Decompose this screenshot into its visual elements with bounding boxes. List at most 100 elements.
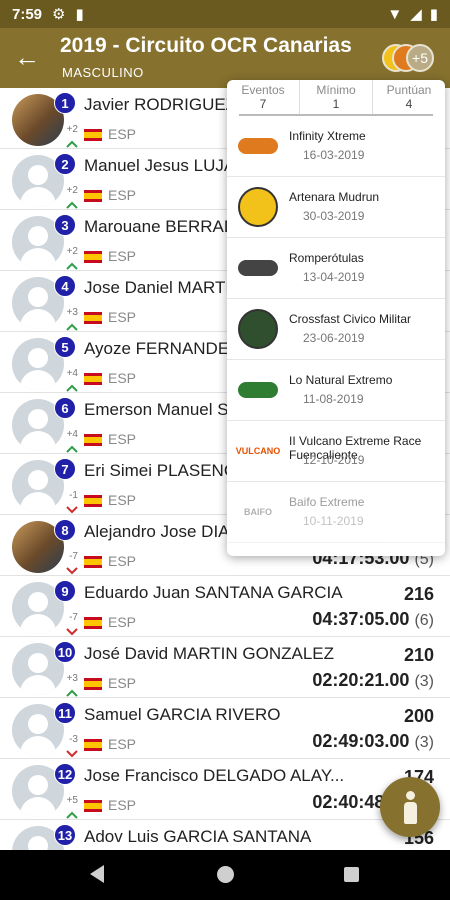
country-code: ESP [108,675,137,691]
spain-flag-icon [84,556,102,568]
country-code: ESP [108,736,137,752]
event-item[interactable]: VULCANO II Vulcano Extreme Race Fuencalie… [227,421,445,482]
rank-badge: 6 [54,397,76,419]
race-count: (3) [414,734,434,751]
status-time: 7:59 [12,5,43,23]
event-item[interactable]: Romperótulas 13-04-2019 [227,238,445,299]
athlete-name: Jose Daniel MARTIN [84,278,243,297]
trend-up-icon [66,807,78,819]
spain-flag-icon [84,495,102,507]
ranking-row[interactable]: 13Adov Luis GARCIA SANTANAESP156 [0,820,450,850]
trend-up-icon [66,136,78,148]
event-item[interactable]: Artenara Mudrun 30-03-2019 [227,177,445,238]
rank-badge: 9 [54,580,76,602]
summary-label: Eventos [241,83,285,97]
athlete-name: José David MARTIN GONZALEZ [84,644,335,663]
rank-badge: 3 [54,214,76,236]
athlete-name: Adov Luis GARCIA SANTANA [84,827,312,846]
ranking-row[interactable]: 11 Samuel GARCIA RIVERO -3 ESP 200 02:49:03.0… [0,698,450,759]
country-code: ESP [108,431,137,447]
spain-flag-icon [84,617,102,629]
ranking-row[interactable]: 9 Eduardo Juan SANTANA GARCIA -7 ESP 216 04:3… [0,576,450,637]
event-logo-icon: VULCANO [235,446,281,456]
rank-change: -7 [69,551,78,562]
points: 216 [403,584,434,604]
rank-change: +3 [66,307,78,318]
nav-recents-icon[interactable] [344,867,359,882]
app-bar: ← 2019 - Circuito OCR Canarias MASCULINO… [0,28,450,88]
summary-value: 4 [405,97,413,111]
trend-up-icon [66,319,78,331]
rank-badge: 1 [54,92,76,114]
country-code: ESP [108,187,137,203]
rank-change: +2 [66,185,78,196]
event-logo-icon: BAIFO [244,507,272,517]
summary-col: Mínimo 1 [300,80,373,114]
rank-change: +5 [66,795,78,806]
battery-icon: ▮ [429,6,438,23]
country-code: ESP [108,553,137,569]
spain-flag-icon [84,251,102,263]
sim-card-icon: ▮ [75,6,84,23]
event-chips[interactable]: +5 [380,41,438,75]
trend-up-icon [66,441,78,453]
time-value: 02:49:03.00 [312,731,410,751]
rank-change: -3 [69,734,78,745]
time-value: 04:37:05.00 [312,609,410,629]
event-logo-icon [233,370,283,410]
rank-badge: 2 [54,153,76,175]
summary-label: Puntúan [386,83,432,97]
country-code: ESP [108,309,137,325]
rank-badge: 10 [54,641,76,663]
nav-back-icon[interactable] [90,865,104,883]
rank-badge: 7 [54,458,76,480]
trend-down-icon [66,502,78,514]
summary-value: 7 [259,97,267,111]
event-date: 11-08-2019 [303,392,364,406]
points: 200 [403,706,434,726]
ranking-row[interactable]: 10 José David MARTIN GONZALEZ +3 ESP 210 02:2… [0,637,450,698]
filter-gender-button[interactable] [380,777,440,837]
athlete-name: Marouane BERRADI [84,217,241,236]
country-code: ESP [108,126,137,142]
spain-flag-icon [84,678,102,690]
event-logo-icon [233,187,283,227]
event-name: Baifo Extreme [289,495,365,509]
nav-home-icon[interactable] [217,866,234,883]
back-arrow-icon[interactable]: ← [14,42,46,74]
rank-change: +2 [66,124,78,135]
trend-down-icon [66,563,78,575]
points: 210 [403,645,434,665]
spain-flag-icon [84,739,102,751]
country-code: ESP [108,370,137,386]
event-name: Romperótulas [289,251,364,265]
event-logo-icon [233,248,283,288]
event-name: Lo Natural Extremo [289,373,393,387]
more-events-chip[interactable]: +5 [406,44,434,72]
rank-change: +4 [66,429,78,440]
rank-badge: 5 [54,336,76,358]
events-popup: Eventos 7 Mínimo 1 Puntúan 4 Infinity Xtreme 1… [227,80,445,556]
event-item[interactable]: Crossfast Civico Militar 23-06-2019 [227,299,445,360]
event-date: 16-03-2019 [303,148,365,162]
settings-icon: ⚙ [52,6,66,23]
event-item[interactable]: Infinity Xtreme 16-03-2019 [227,116,445,177]
athlete-name: Manuel Jesus LUJAN [84,156,248,175]
spain-flag-icon [84,800,102,812]
page-subtitle: MASCULINO [62,65,144,80]
event-date: 10-11-2019 [303,514,364,528]
rank-change: -7 [69,612,78,623]
event-item[interactable]: Lo Natural Extremo 11-08-2019 [227,360,445,421]
rank-badge: 8 [54,519,76,541]
event-name: Artenara Mudrun [289,190,380,204]
country-code: ESP [108,614,137,630]
event-item[interactable]: BAIFO Baifo Extreme 10-11-2019 [227,482,445,543]
athlete-name: Eduardo Juan SANTANA GARCIA [84,583,343,602]
trend-up-icon [66,197,78,209]
rank-badge: 12 [54,763,76,785]
race-count: (3) [414,673,434,690]
person-icon [406,791,415,800]
country-code: ESP [108,492,137,508]
event-date: 23-06-2019 [303,331,365,345]
athlete-name: Emerson Manuel SO [84,400,242,419]
